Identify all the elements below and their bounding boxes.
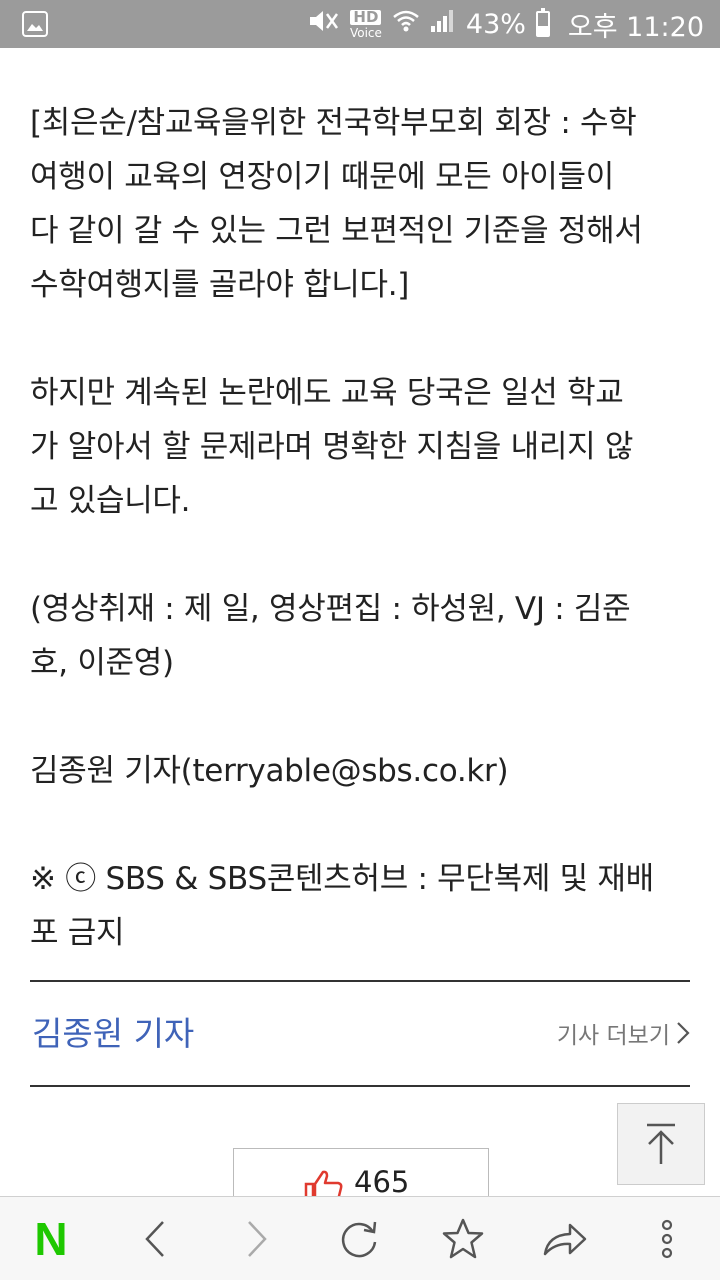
gallery-notification-icon [22, 11, 48, 41]
hd-label: HD [350, 9, 382, 25]
article-paragraph-byline: 김종원 기자(terryable@sbs.co.kr) [30, 753, 509, 789]
battery-percent: 43% [465, 8, 526, 40]
more-menu-button[interactable] [622, 1197, 712, 1281]
arrow-up-icon [647, 1123, 675, 1164]
browser-toolbar: N [0, 1196, 720, 1280]
article-paragraph-copyright: ※ ⓒ SBS & SBS콘텐츠허브 : 무단복제 및 재배 포 금지 [30, 861, 654, 951]
back-button[interactable] [110, 1197, 200, 1281]
signal-icon [430, 9, 456, 40]
chevron-left-icon [145, 1221, 164, 1257]
scroll-to-top-button[interactable] [617, 1103, 705, 1185]
battery-icon [535, 8, 550, 37]
more-articles-label: 기사 더보기 [556, 1023, 670, 1049]
voice-label: Voice [349, 25, 382, 40]
divider-bottom [30, 1085, 690, 1087]
mute-icon [306, 8, 340, 41]
hd-voice-icon: HD Voice [349, 9, 382, 40]
article-paragraph-credits: (영상취재 : 제 일, 영상편집 : 하성원, VJ : 김준 호, 이준영) [30, 591, 631, 681]
forward-button[interactable] [212, 1197, 302, 1281]
reporter-name-link[interactable]: 김종원 기자 [32, 1007, 194, 1055]
article-paragraph-body: 하지만 계속된 논란에도 교육 당국은 일선 학교 가 알아서 할 문제라며 명… [30, 375, 634, 519]
article-paragraph-quote: [최은순/참교육을위한 전국학부모회 회장 : 수학 여행이 교육의 연장이기 … [30, 105, 643, 303]
share-arrow-icon [543, 1223, 587, 1256]
chevron-right-icon [677, 1022, 690, 1044]
more-vertical-icon [661, 1219, 673, 1259]
refresh-icon [341, 1221, 377, 1258]
battery-level [537, 25, 548, 35]
refresh-button[interactable] [314, 1197, 404, 1281]
naver-logo-icon: N [34, 1213, 68, 1265]
share-button[interactable] [520, 1197, 610, 1281]
bookmark-button[interactable] [418, 1197, 508, 1281]
naver-home-button[interactable]: N [6, 1197, 96, 1281]
like-count: 465 [354, 1165, 410, 1199]
divider-top [30, 980, 690, 982]
reporter-row: 김종원 기자 기사 더보기 [30, 985, 690, 1080]
status-bar: HD Voice 43% 오후 11:20 [0, 0, 720, 48]
clock: 오후 11:20 [567, 11, 704, 43]
star-icon [442, 1218, 484, 1259]
wifi-icon [392, 8, 420, 41]
chevron-right-icon [248, 1221, 267, 1257]
article-body: [최은순/참교육을위한 전국학부모회 회장 : 수학 여행이 교육의 연장이기 … [30, 96, 695, 1014]
more-articles-link[interactable]: 기사 더보기 [557, 1016, 690, 1050]
